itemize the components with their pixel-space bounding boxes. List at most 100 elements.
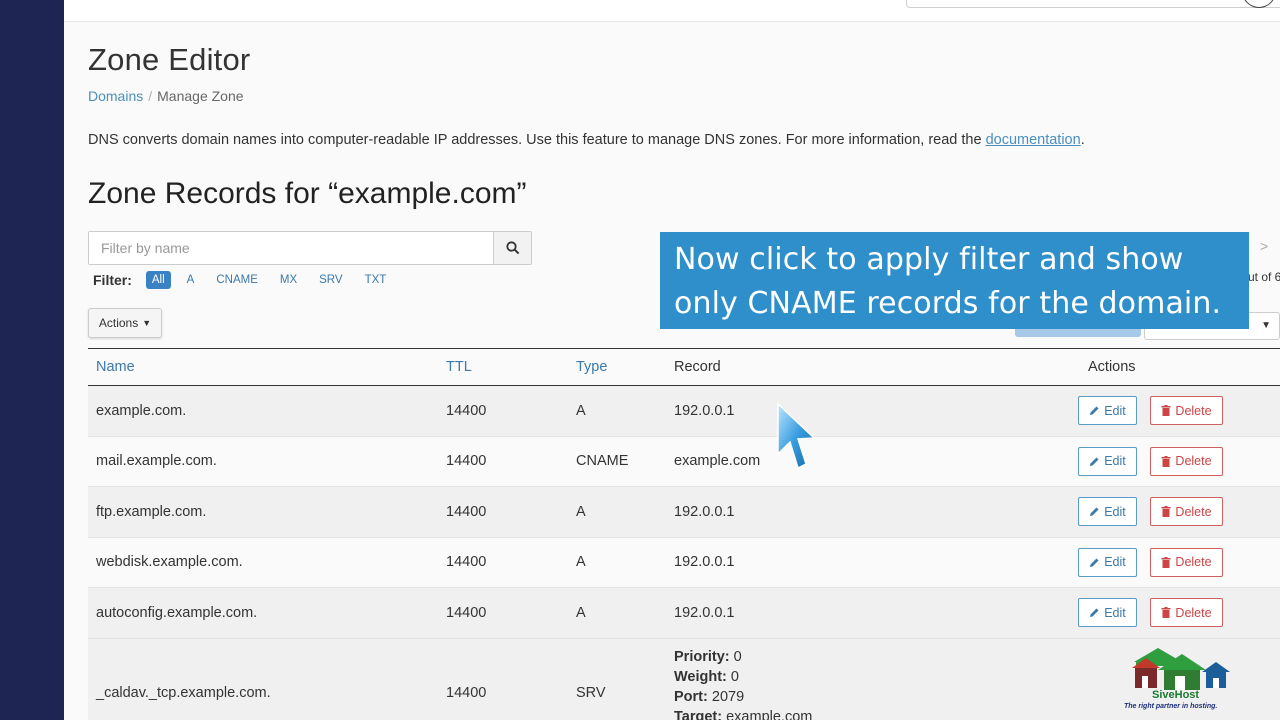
record-value: example.com bbox=[674, 453, 761, 470]
top-search-input[interactable] bbox=[906, 0, 1280, 8]
pencil-icon bbox=[1090, 457, 1099, 466]
filter-txt[interactable]: TXT bbox=[359, 271, 393, 289]
srv-record-details: Priority: 0 Weight: 0 Port: 2079 Target:… bbox=[674, 647, 812, 720]
filter-search-button[interactable] bbox=[493, 232, 531, 264]
delete-button[interactable]: Delete bbox=[1150, 547, 1223, 577]
filter-mx[interactable]: MX bbox=[274, 271, 303, 289]
zone-records-title: Zone Records for “example.com” bbox=[88, 177, 527, 210]
record-ttl: 14400 bbox=[446, 554, 487, 571]
record-name: _caldav._tcp.example.com. bbox=[96, 685, 271, 701]
edit-label: Edit bbox=[1104, 605, 1126, 620]
record-ttl: 14400 bbox=[446, 453, 487, 470]
trash-icon bbox=[1161, 405, 1171, 416]
srv-port: Port: 2079 bbox=[674, 687, 812, 707]
documentation-link[interactable]: documentation bbox=[986, 132, 1081, 148]
priority-value: 0 bbox=[733, 648, 742, 665]
edit-label: Edit bbox=[1104, 403, 1126, 418]
port-label: Port: bbox=[674, 688, 708, 705]
edit-label: Edit bbox=[1104, 454, 1126, 468]
header-type[interactable]: Type bbox=[576, 359, 607, 375]
target-value: example.com bbox=[726, 708, 813, 720]
header-name[interactable]: Name bbox=[96, 359, 135, 375]
weight-label: Weight: bbox=[674, 668, 727, 685]
next-page-icon[interactable]: > bbox=[1260, 238, 1268, 254]
table-row: autoconfig.example.com. 14400 A 192.0.0.1 Ed… bbox=[88, 588, 1280, 639]
record-name: mail.example.com. bbox=[96, 453, 217, 470]
trash-icon bbox=[1161, 607, 1171, 618]
trash-icon bbox=[1161, 506, 1171, 517]
filter-label: Filter: bbox=[93, 272, 132, 288]
breadcrumb-separator: / bbox=[148, 88, 153, 104]
actions-label: Actions bbox=[98, 316, 139, 330]
mouse-cursor-icon bbox=[777, 402, 816, 470]
header-ttl[interactable]: TTL bbox=[446, 359, 472, 375]
edit-button[interactable]: Edit bbox=[1078, 497, 1137, 526]
table-row: ftp.example.com. 14400 A 192.0.0.1 Edit Delet… bbox=[88, 487, 1280, 538]
breadcrumb-domains-link[interactable]: Domains bbox=[88, 88, 143, 104]
page-title: Zone Editor bbox=[88, 42, 251, 77]
srv-target: Target: example.com bbox=[674, 707, 812, 720]
delete-button[interactable]: Delete bbox=[1150, 446, 1223, 476]
record-ttl: 14400 bbox=[446, 604, 487, 621]
pencil-icon bbox=[1090, 507, 1099, 516]
table-row: example.com. 14400 A 192.0.0.1 Edit Delete bbox=[88, 386, 1280, 437]
description-suffix: . bbox=[1080, 132, 1085, 148]
record-name: webdisk.example.com. bbox=[96, 554, 243, 571]
delete-button[interactable]: Delete bbox=[1150, 396, 1223, 425]
edit-button[interactable]: Edit bbox=[1078, 598, 1137, 627]
pencil-icon bbox=[1090, 608, 1099, 617]
edit-button[interactable]: Edit bbox=[1078, 396, 1137, 425]
delete-label: Delete bbox=[1175, 504, 1212, 519]
record-ttl: 14400 bbox=[446, 685, 487, 701]
breadcrumb: Domains / Manage Zone bbox=[88, 88, 244, 104]
record-ttl: 14400 bbox=[446, 503, 487, 520]
table-row: webdisk.example.com. 14400 A 192.0.0.1 Edit D… bbox=[88, 537, 1280, 588]
record-value: 192.0.0.1 bbox=[674, 402, 735, 419]
filter-cname[interactable]: CNAME bbox=[210, 271, 264, 289]
table-row: mail.example.com. 14400 CNAME example.com Ed… bbox=[88, 436, 1280, 487]
pencil-icon bbox=[1090, 406, 1099, 415]
filter-by-name-input[interactable] bbox=[89, 232, 493, 264]
tutorial-callout: Now click to apply filter and show only … bbox=[660, 232, 1249, 329]
main-content: Zone Editor Domains / Manage Zone DNS conv… bbox=[64, 22, 1280, 720]
description-text: DNS converts domain names into computer-… bbox=[88, 132, 986, 148]
actions-dropdown-button[interactable]: Actions ▼ bbox=[88, 308, 162, 338]
record-name: ftp.example.com. bbox=[96, 503, 207, 520]
table-header: Name TTL Type Record Actions bbox=[88, 348, 1280, 386]
header-actions: Actions bbox=[1088, 359, 1136, 375]
search-icon bbox=[505, 241, 519, 255]
record-value: 192.0.0.1 bbox=[674, 554, 735, 571]
priority-label: Priority: bbox=[674, 648, 730, 665]
record-type: A bbox=[576, 554, 586, 571]
header-record: Record bbox=[674, 359, 721, 375]
filter-box bbox=[88, 231, 532, 265]
delete-button[interactable]: Delete bbox=[1150, 598, 1223, 627]
top-bar bbox=[64, 0, 1280, 22]
delete-label: Delete bbox=[1175, 403, 1212, 418]
delete-label: Delete bbox=[1175, 454, 1212, 468]
filter-a[interactable]: A bbox=[181, 271, 201, 289]
filter-srv[interactable]: SRV bbox=[313, 271, 348, 289]
edit-button[interactable]: Edit bbox=[1078, 446, 1137, 476]
caret-down-icon: ▼ bbox=[142, 318, 152, 328]
sidebar bbox=[0, 0, 64, 720]
record-type: A bbox=[576, 503, 586, 520]
record-value: 192.0.0.1 bbox=[674, 604, 735, 621]
delete-label: Delete bbox=[1175, 605, 1212, 620]
logo-tagline: The right partner in hosting. bbox=[1124, 703, 1218, 710]
target-label: Target: bbox=[674, 708, 723, 720]
record-type: CNAME bbox=[576, 453, 629, 470]
edit-button[interactable]: Edit bbox=[1078, 547, 1137, 577]
edit-label: Edit bbox=[1104, 504, 1126, 519]
record-type: A bbox=[576, 604, 586, 621]
trash-icon bbox=[1161, 556, 1171, 568]
table-body: example.com. 14400 A 192.0.0.1 Edit Delete mai… bbox=[88, 386, 1280, 639]
record-type: A bbox=[576, 402, 586, 419]
delete-button[interactable]: Delete bbox=[1150, 497, 1223, 526]
edit-label: Edit bbox=[1104, 555, 1126, 569]
record-value: 192.0.0.1 bbox=[674, 503, 735, 520]
record-ttl: 14400 bbox=[446, 402, 487, 419]
pager-text: ut of 6 bbox=[1248, 270, 1280, 284]
filter-all[interactable]: All bbox=[145, 271, 171, 289]
delete-label: Delete bbox=[1175, 555, 1212, 569]
